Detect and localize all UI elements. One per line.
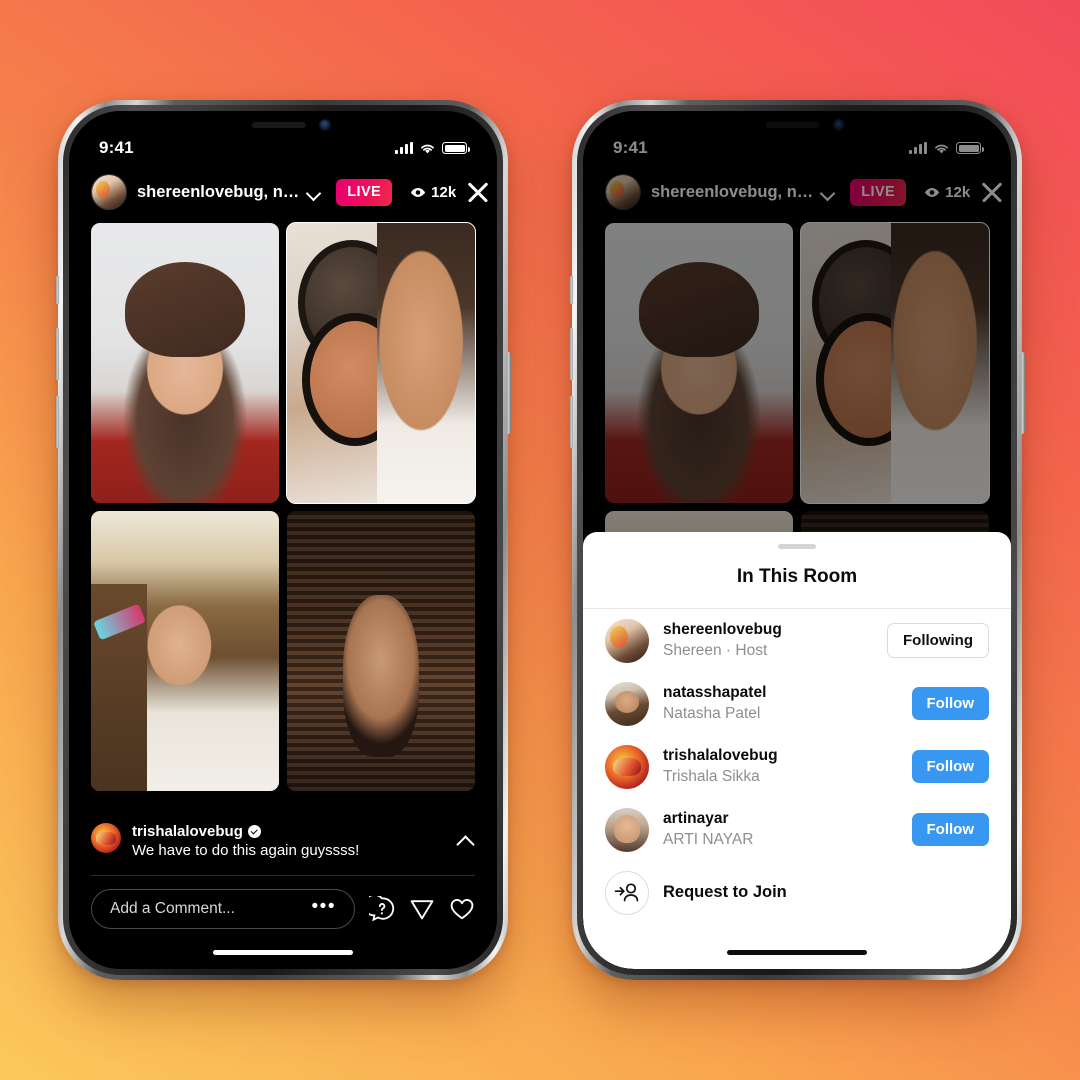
home-indicator-right[interactable]: [727, 950, 867, 955]
list-item[interactable]: shereenlovebug Shereen · Host Following: [583, 609, 1011, 672]
video-grid-left: [91, 222, 476, 791]
viewer-count-group[interactable]: 12k: [410, 184, 456, 201]
comment-username[interactable]: trishalalovebug: [132, 823, 243, 840]
person-username: artinayar: [663, 810, 729, 828]
follow-button[interactable]: Follow: [911, 687, 989, 720]
comment-text: We have to do this again guyssss!: [132, 842, 360, 859]
avatar[interactable]: [605, 744, 649, 789]
avatar[interactable]: [605, 807, 649, 852]
comment-avatar[interactable]: [91, 823, 121, 853]
phone-left: 9:41 shereenlovebug, n… LIVE 12k trishal…: [55, 100, 511, 980]
wifi-icon: [421, 144, 434, 153]
person-username: trishalalovebug: [663, 747, 778, 765]
volume-down-button[interactable]: [55, 396, 59, 448]
latest-comment: trishalalovebug We have to do this again…: [69, 809, 497, 861]
in-this-room-sheet: In This Room shereenlovebug Shereen · Ho…: [583, 532, 1011, 969]
phone-right: 9:41 shereenlovebug, n… LIVE 12k In This…: [569, 100, 1025, 980]
poster-canvas: 9:41 shereenlovebug, n… LIVE 12k trishal…: [0, 0, 1080, 1080]
comment-zone-left: trishalalovebug We have to do this again…: [69, 809, 497, 969]
power-button[interactable]: [507, 352, 511, 434]
follow-button[interactable]: Follow: [911, 813, 989, 846]
screen-left: 9:41 shereenlovebug, n… LIVE 12k trishal…: [69, 111, 497, 969]
close-icon[interactable]: [466, 180, 475, 204]
video-tile-artinayar[interactable]: [287, 511, 475, 791]
person-realname: Trishala Sikka: [663, 767, 760, 785]
live-badge: LIVE: [336, 178, 393, 206]
screen-right: 9:41 shereenlovebug, n… LIVE 12k In This…: [583, 111, 1011, 969]
status-indicators: [395, 142, 470, 155]
following-button[interactable]: Following: [887, 623, 989, 658]
send-paper-plane-icon[interactable]: [409, 896, 435, 922]
person-realname: Shereen · Host: [663, 641, 768, 659]
viewer-count: 12k: [431, 183, 457, 201]
front-camera-icon: [319, 119, 331, 131]
follow-button[interactable]: Follow: [911, 750, 989, 783]
host-avatar[interactable]: [91, 174, 127, 210]
person-username: natasshapatel: [663, 684, 767, 702]
video-tile-trishalalovebug[interactable]: [91, 511, 279, 791]
list-item[interactable]: artinayar ARTI NAYAR Follow: [583, 798, 1011, 861]
request-to-join-label: Request to Join: [663, 883, 787, 901]
question-bubble-icon[interactable]: [369, 895, 395, 922]
mute-switch-right[interactable]: [569, 276, 573, 304]
volume-up-button-right[interactable]: [569, 328, 573, 380]
battery-full-icon: [442, 142, 470, 154]
home-indicator-left[interactable]: [213, 950, 353, 955]
status-bar-left: 9:41: [69, 133, 497, 163]
power-button-right[interactable]: [1021, 352, 1025, 434]
ellipsis-icon[interactable]: •••: [312, 897, 336, 916]
video-tile-natasshapatel[interactable]: [286, 222, 476, 504]
comment-input[interactable]: Add a Comment... •••: [91, 888, 355, 929]
volume-up-button[interactable]: [55, 328, 59, 380]
avatar[interactable]: [605, 618, 649, 663]
comment-placeholder: Add a Comment...: [110, 899, 235, 917]
status-time: 9:41: [99, 138, 134, 157]
person-realname: Natasha Patel: [663, 704, 761, 722]
avatar[interactable]: [605, 681, 649, 726]
phone-left-bezel: 9:41 shereenlovebug, n… LIVE 12k trishal…: [69, 111, 497, 969]
sheet-title: In This Room: [736, 566, 858, 587]
mute-switch[interactable]: [55, 276, 59, 304]
person-add-icon: [605, 870, 649, 915]
live-title[interactable]: shereenlovebug, n…: [137, 183, 299, 202]
video-tile-shereenlovebug[interactable]: [91, 223, 279, 503]
list-item[interactable]: trishalalovebug Trishala Sikka Follow: [583, 735, 1011, 798]
person-username: shereenlovebug: [663, 621, 782, 639]
cellular-bars-icon: [395, 142, 413, 154]
phone-right-bezel: 9:41 shereenlovebug, n… LIVE 12k In This…: [583, 111, 1011, 969]
earpiece-speaker: [251, 122, 306, 128]
chevron-up-icon[interactable]: [455, 831, 475, 851]
heart-icon[interactable]: [449, 896, 475, 922]
chevron-down-icon[interactable]: [307, 186, 320, 199]
drag-handle[interactable]: [778, 544, 816, 549]
eye-icon: [411, 187, 426, 197]
live-header-left: shereenlovebug, n… LIVE 12k: [69, 167, 497, 217]
request-to-join-row[interactable]: Request to Join: [583, 861, 1011, 924]
composer-row: Add a Comment... •••: [69, 876, 497, 929]
person-realname: ARTI NAYAR: [663, 830, 754, 848]
list-item[interactable]: natasshapatel Natasha Patel Follow: [583, 672, 1011, 735]
volume-down-button-right[interactable]: [569, 396, 573, 448]
verified-badge-icon: [247, 825, 261, 838]
